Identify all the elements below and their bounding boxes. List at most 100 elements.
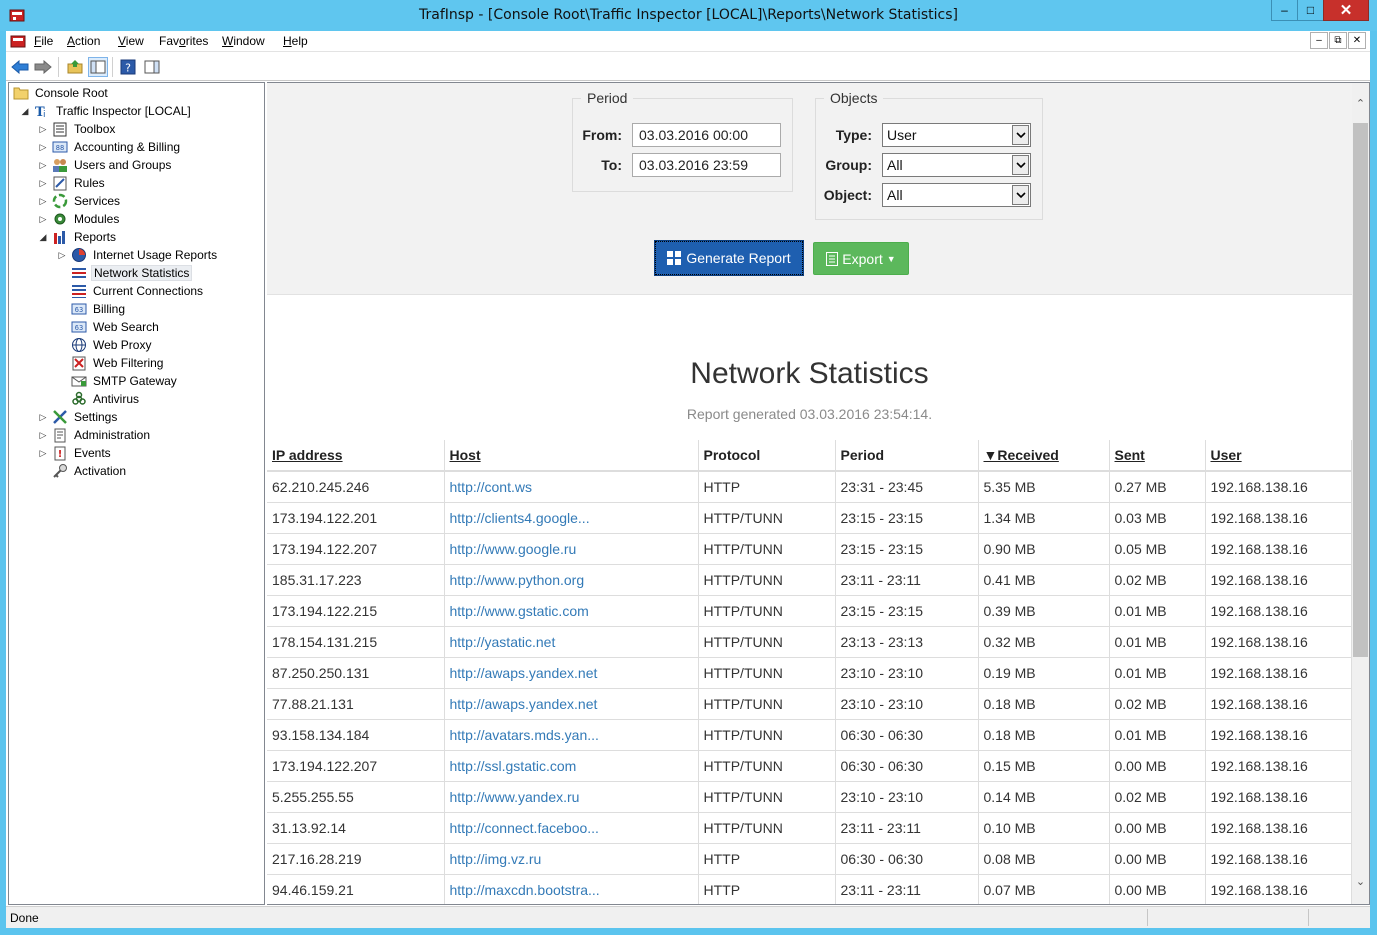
table-row[interactable]: 173.194.122.215 http://www.gstatic.com HTT… [267,594,1352,626]
tree-item-rules[interactable]: ▷ Rules [38,174,107,192]
from-date-input[interactable]: 03.03.2016 00:00 [632,123,781,147]
menu-help[interactable]: Help [283,34,308,48]
table-row[interactable]: 173.194.122.201 http://clients4.google...… [267,501,1352,533]
scroll-up-icon[interactable]: ⌃ [1352,95,1369,112]
object-select[interactable]: All [882,183,1031,207]
tree-item-settings[interactable]: ▷ Settings [38,408,119,426]
column-header-received[interactable]: ▼Received [978,440,1110,472]
child-close-button[interactable]: ✕ [1348,32,1366,49]
maximize-button[interactable]: □ [1297,0,1324,21]
table-row[interactable]: 173.194.122.207 http://www.google.ru HTTP/… [267,532,1352,564]
tree-item-web-search[interactable]: 63 Web Search [57,318,161,336]
to-date-input[interactable]: 03.03.2016 23:59 [632,153,781,177]
expand-arrow-icon[interactable]: ▷ [38,448,48,458]
column-header-sent[interactable]: Sent [1109,440,1206,472]
expand-arrow-icon[interactable]: ▷ [57,250,67,260]
table-row[interactable]: 178.154.131.215 http://yastatic.net HTTP/T… [267,625,1352,657]
host-link[interactable]: http://avatars.mds.yan... [444,718,699,750]
tree-item-users-groups[interactable]: ▷ Users and Groups [38,156,173,174]
host-link[interactable]: http://www.gstatic.com [444,594,699,626]
help-icon[interactable]: ? [118,57,138,77]
menu-favorites[interactable]: Favorites [159,34,208,48]
group-select[interactable]: All [882,153,1031,177]
scroll-down-icon[interactable]: ⌄ [1352,873,1369,890]
minimize-button[interactable]: ‒ [1271,0,1298,21]
host-link[interactable]: http://awaps.yandex.net [444,656,699,688]
collapse-arrow-icon[interactable]: ◢ [20,106,30,116]
tree-item-accounting-billing[interactable]: ▷ 88 Accounting & Billing [38,138,182,156]
table-row[interactable]: 77.88.21.131 http://awaps.yandex.net HTTP/… [267,687,1352,719]
table-row[interactable]: 62.210.245.246 http://cont.ws HTTP 23:31 - … [267,470,1352,502]
host-link[interactable]: http://ssl.gstatic.com [444,749,699,781]
up-folder-icon[interactable] [65,57,85,77]
host-link[interactable]: http://www.yandex.ru [444,780,699,812]
generate-report-button[interactable]: Generate Report [654,240,804,276]
table-row[interactable]: 173.194.122.207 http://ssl.gstatic.com HTT… [267,749,1352,781]
action-pane-icon[interactable] [142,57,162,77]
chevron-down-icon[interactable] [1012,125,1029,145]
menu-view[interactable]: View [118,34,144,48]
column-header-user[interactable]: User [1205,440,1352,472]
table-row[interactable]: 5.255.255.55 http://www.yandex.ru HTTP/TUN… [267,780,1352,812]
menu-window[interactable]: Window [222,34,265,48]
expand-arrow-icon[interactable]: ▷ [38,412,48,422]
column-header-host[interactable]: Host [444,440,699,472]
host-link[interactable]: http://awaps.yandex.net [444,687,699,719]
tree-item-modules[interactable]: ▷ Modules [38,210,121,228]
tree-item-billing[interactable]: 63 Billing [57,300,127,318]
tree-item-services[interactable]: ▷ Services [38,192,122,210]
tree-item-administration[interactable]: ▷ Administration [38,426,152,444]
type-select[interactable]: User [882,123,1031,147]
tree-item-internet-usage-reports[interactable]: ▷ Internet Usage Reports [57,246,219,264]
tree-item-web-filtering[interactable]: Web Filtering [57,354,165,372]
tree-item-console-root[interactable]: Console Root [13,84,110,102]
expand-arrow-icon[interactable]: ▷ [38,160,48,170]
host-link[interactable]: http://www.google.ru [444,532,699,564]
console-icon[interactable] [10,34,26,48]
child-minimize-button[interactable]: ‒ [1310,32,1328,49]
expand-arrow-icon[interactable]: ▷ [38,214,48,224]
close-button[interactable]: ✕ [1323,0,1369,21]
chevron-down-icon[interactable] [1012,155,1029,175]
table-row[interactable]: 93.158.134.184 http://avatars.mds.yan... H… [267,718,1352,750]
host-link[interactable]: http://clients4.google... [444,501,699,533]
host-link[interactable]: http://img.vz.ru [444,842,699,874]
tree-item-traffic-inspector[interactable]: ◢ Ti Traffic Inspector [LOCAL] [20,102,193,120]
expand-arrow-icon[interactable]: ▷ [38,124,48,134]
tree-item-smtp-gateway[interactable]: SMTP Gateway [57,372,179,390]
child-restore-button[interactable]: ⧉ [1329,32,1347,49]
forward-arrow-icon[interactable] [33,57,53,77]
host-link[interactable]: http://yastatic.net [444,625,699,657]
host-link[interactable]: http://connect.faceboo... [444,811,699,843]
expand-arrow-icon[interactable]: ▷ [38,142,48,152]
tree-item-current-connections[interactable]: Current Connections [57,282,205,300]
tree-item-antivirus[interactable]: Antivirus [57,390,141,408]
menu-file[interactable]: File [34,34,53,48]
tree-item-toolbox[interactable]: ▷ Toolbox [38,120,117,138]
vertical-scrollbar[interactable]: ⌃ ⌄ [1352,83,1369,904]
expand-arrow-icon[interactable]: ▷ [38,196,48,206]
tree-item-events[interactable]: ▷ ! Events [38,444,113,462]
table-row[interactable]: 87.250.250.131 http://awaps.yandex.net HTT… [267,656,1352,688]
expand-arrow-icon[interactable]: ▷ [38,430,48,440]
tree-item-activation[interactable]: Activation [38,462,128,480]
table-row[interactable]: 185.31.17.223 http://www.python.org HTTP/T… [267,563,1352,595]
chevron-down-icon[interactable] [1012,185,1029,205]
tree-item-reports[interactable]: ◢ Reports [38,228,118,246]
table-row[interactable]: 94.46.159.21 http://maxcdn.bootstra... HTT… [267,873,1352,904]
back-arrow-icon[interactable] [10,57,30,77]
expand-arrow-icon[interactable]: ▷ [38,178,48,188]
show-hide-tree-icon[interactable] [88,57,108,77]
host-link[interactable]: http://cont.ws [444,470,699,502]
collapse-arrow-icon[interactable]: ◢ [38,232,48,242]
export-button[interactable]: Export ▼ [813,242,909,275]
menu-action[interactable]: Action [67,34,100,48]
column-header-ip-address[interactable]: IP address [267,440,445,472]
host-link[interactable]: http://maxcdn.bootstra... [444,873,699,904]
tree-item-network-statistics[interactable]: Network Statistics [57,264,193,282]
scrollbar-thumb[interactable] [1353,123,1368,657]
tree-item-web-proxy[interactable]: Web Proxy [57,336,153,354]
table-row[interactable]: 217.16.28.219 http://img.vz.ru HTTP 06:30 -… [267,842,1352,874]
host-link[interactable]: http://www.python.org [444,563,699,595]
table-row[interactable]: 31.13.92.14 http://connect.faceboo... HTTP… [267,811,1352,843]
